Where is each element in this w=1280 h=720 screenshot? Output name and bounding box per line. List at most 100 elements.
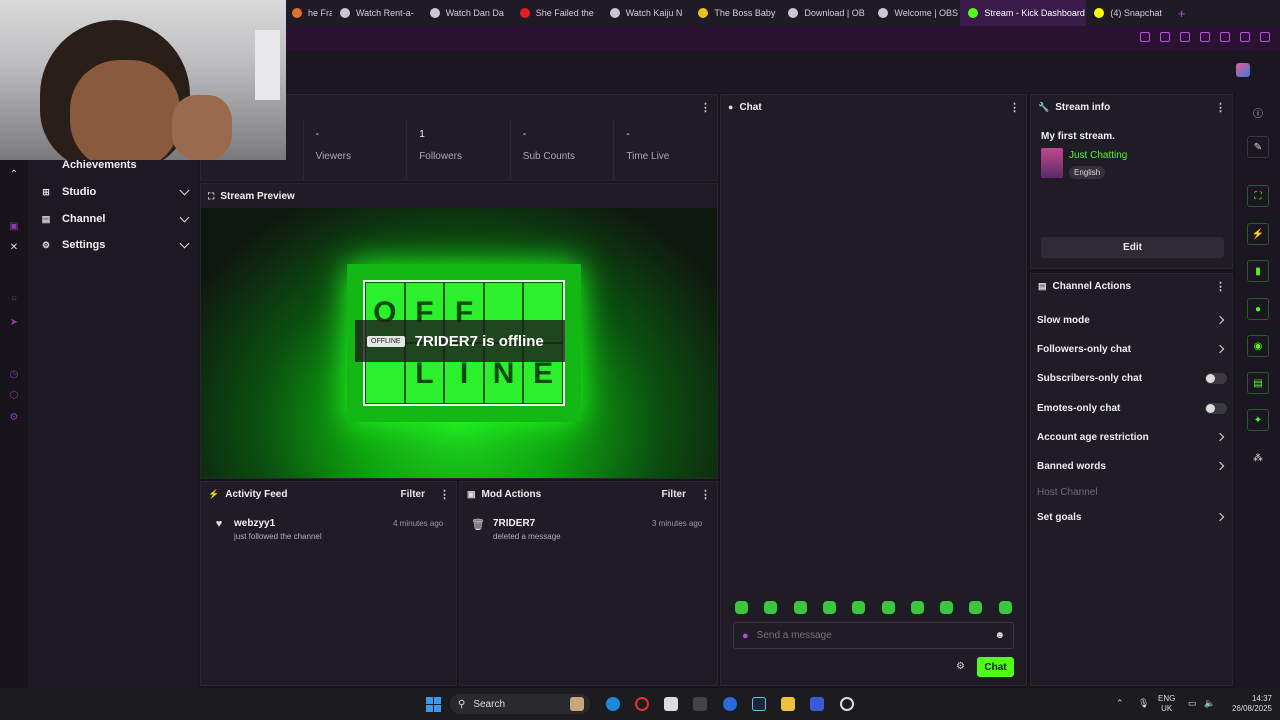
browser-tab[interactable]: Welcome | OBS	[870, 0, 960, 26]
chevron-up-icon[interactable]: ⌃	[1116, 698, 1124, 709]
more-options-icon[interactable]: ⋮	[700, 101, 711, 114]
chat-message-input[interactable]	[756, 630, 995, 641]
chevron-right-icon	[1215, 512, 1225, 522]
browser-tab[interactable]: Watch Kaiju N	[602, 0, 691, 26]
channel-action-slow-mode[interactable]: Slow mode	[1037, 310, 1227, 330]
heart-icon[interactable]	[1220, 32, 1230, 42]
twitch-icon[interactable]: ▣	[8, 221, 20, 233]
channel-action-followers-only-chat[interactable]: Followers-only chat	[1037, 339, 1227, 359]
channel-action-subscribers-only-chat[interactable]: Subscribers-only chat	[1037, 368, 1227, 388]
chat-send-button[interactable]: Chat	[977, 657, 1014, 677]
broadcast-icon[interactable]: ◉	[1247, 335, 1269, 357]
channel-action-account-age-restriction[interactable]: Account age restriction	[1037, 427, 1227, 447]
taskbar-search[interactable]: ⚲ Search	[450, 694, 590, 714]
settings-icon[interactable]: ⚙	[8, 412, 20, 424]
store-icon[interactable]	[664, 697, 678, 711]
more-options-icon[interactable]: ⋮	[1009, 101, 1020, 114]
toggle-switch[interactable]	[1205, 402, 1227, 414]
sidebar-item-settings[interactable]: ⚙ Settings	[40, 235, 190, 255]
download-icon[interactable]	[1240, 32, 1250, 42]
emote-icon[interactable]	[735, 601, 748, 614]
browser-tab[interactable]: She Failed the	[512, 0, 602, 26]
play-icon[interactable]	[1200, 32, 1210, 42]
emoji-icon[interactable]: ☻	[994, 630, 1005, 641]
sidebar-item-channel[interactable]: ▤ Channel	[40, 209, 190, 229]
clock[interactable]: 14:37 26/08/2025	[1224, 694, 1272, 714]
emote-icon[interactable]	[940, 601, 954, 614]
mod-filter-button[interactable]: Filter	[662, 489, 686, 500]
more-options-icon[interactable]: ⋮	[1215, 280, 1226, 293]
app-icon[interactable]	[693, 697, 707, 711]
channel-action-set-goals[interactable]: Set goals	[1037, 507, 1227, 527]
screenshot-icon[interactable]	[1160, 32, 1170, 42]
toggle-switch[interactable]	[1205, 372, 1227, 384]
browser-tab[interactable]: Download | OB	[780, 0, 870, 26]
actions-icon: ▤	[1038, 280, 1047, 291]
monitor-icon[interactable]: ▭	[1188, 698, 1197, 709]
windows-start-icon[interactable]	[426, 697, 441, 712]
info-icon[interactable]: ⓘ	[1253, 105, 1263, 120]
emote-icon[interactable]	[998, 601, 1012, 614]
emote-icon[interactable]	[969, 601, 983, 614]
emote-icon[interactable]	[881, 601, 895, 614]
x-icon[interactable]: ✕	[8, 242, 20, 254]
emote-icon[interactable]	[822, 601, 836, 614]
cube-icon[interactable]: ⬡	[8, 390, 20, 402]
actions-icon[interactable]: ▤	[1247, 372, 1269, 394]
chat-settings-icon[interactable]: ⚙	[956, 661, 965, 672]
trash-icon: 🗑	[471, 519, 485, 531]
emote-icon[interactable]	[793, 601, 807, 614]
send-icon[interactable]: ➤	[8, 317, 20, 329]
app-icon[interactable]	[810, 697, 824, 711]
chat-icon: ●	[728, 102, 734, 112]
language-indicator[interactable]: ENG UK	[1158, 694, 1175, 714]
menu-icon[interactable]	[1260, 32, 1270, 42]
browser-tab[interactable]: Watch Rent-a-	[332, 0, 422, 26]
document-icon[interactable]: ▮	[1247, 260, 1269, 282]
browser-tab[interactable]: Stream - Kick Dashboard	[960, 0, 1087, 26]
microphone-icon[interactable]: ●	[742, 630, 749, 642]
stream-category-link[interactable]: Just Chatting	[1069, 150, 1127, 161]
more-options-icon[interactable]: ⋮	[439, 488, 450, 501]
emote-icon[interactable]	[910, 601, 924, 614]
steam-icon[interactable]	[752, 697, 766, 711]
dashboard-right-rail: ⓘ ✎ ⛶ ⚡ ▮ ● ◉ ▤ ✦ ⁂	[1236, 93, 1280, 688]
wrench-icon[interactable]: ✦	[1247, 409, 1269, 431]
browser-tab[interactable]: (4) Snapchat	[1086, 0, 1170, 26]
shield-icon[interactable]	[1180, 32, 1190, 42]
more-options-icon[interactable]: ⋮	[700, 488, 711, 501]
channel-action-emotes-only-chat[interactable]: Emotes-only chat	[1037, 398, 1227, 418]
preview-icon[interactable]: ⛶	[1247, 185, 1269, 207]
arrow-icon[interactable]: ⌃	[8, 169, 20, 181]
opera-icon[interactable]	[635, 697, 649, 711]
edge-icon[interactable]	[606, 697, 620, 711]
gear-icon: ⚙	[41, 239, 51, 250]
browser-tab[interactable]: he Fra	[284, 0, 332, 26]
browser-tab[interactable]: Watch Dan Da	[422, 0, 512, 26]
new-tab-icon[interactable]: +	[1178, 6, 1186, 21]
speaker-icon[interactable]: 🔈	[1204, 698, 1215, 709]
emote-icon[interactable]	[852, 601, 866, 614]
pencil-icon[interactable]: ✎	[1247, 136, 1269, 158]
obs-icon[interactable]	[840, 697, 854, 711]
tab-label: Download | OB	[804, 8, 865, 18]
bookmark-icon[interactable]	[1140, 32, 1150, 42]
emote-icon[interactable]	[764, 601, 778, 614]
bolt-icon[interactable]: ⚡	[1247, 223, 1269, 245]
user-avatar[interactable]	[1236, 63, 1250, 77]
history-icon[interactable]: ◷	[8, 369, 20, 381]
browser-tab[interactable]: The Boss Baby	[690, 0, 780, 26]
microphone-icon[interactable]: 🎙	[1138, 698, 1149, 709]
edit-stream-info-button[interactable]: Edit	[1041, 237, 1224, 258]
channel-action-banned-words[interactable]: Banned words	[1037, 456, 1227, 476]
share-icon[interactable]: ⁂	[1253, 453, 1263, 464]
sidebar-item-studio[interactable]: ⊞ Studio	[40, 182, 190, 202]
chat-icon[interactable]: ●	[1247, 298, 1269, 320]
folder-icon[interactable]	[781, 697, 795, 711]
app-icon[interactable]	[723, 697, 737, 711]
more-options-icon[interactable]: ⋮	[1215, 101, 1226, 114]
activity-filter-button[interactable]: Filter	[401, 489, 425, 500]
stream-preview[interactable]: OFF LINE OFFLINE 7RIDER7 is offline	[201, 208, 717, 478]
cat-widget-icon[interactable]	[570, 697, 584, 711]
circle-icon[interactable]: ○	[8, 293, 20, 305]
